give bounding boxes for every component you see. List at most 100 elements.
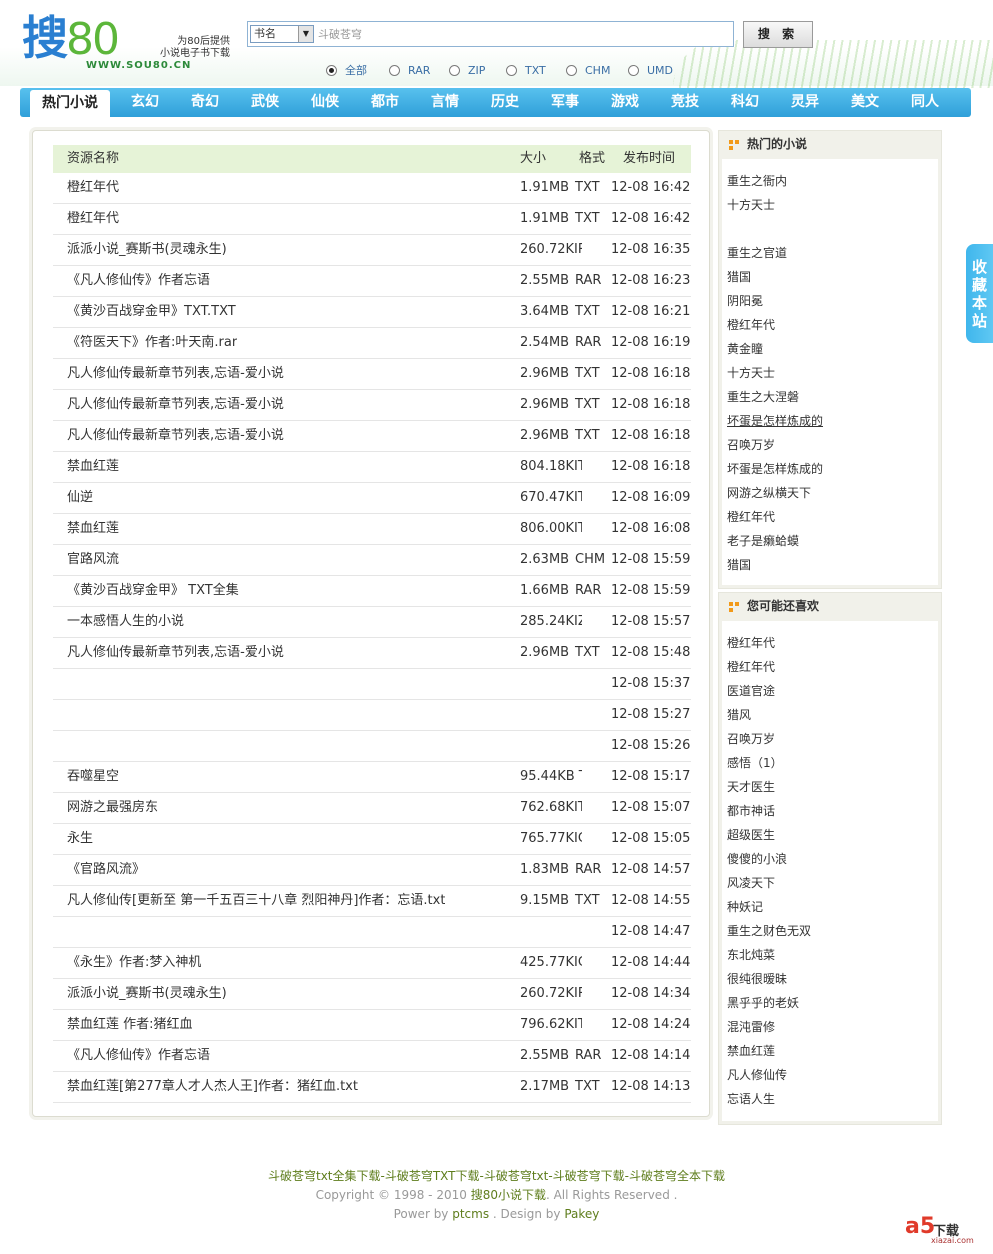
nav-item[interactable]: 仙侠	[300, 88, 350, 117]
design-by-link[interactable]: Pakey	[564, 1207, 599, 1221]
recommended-novel-link[interactable]: 召唤万岁	[727, 732, 775, 746]
radio-icon[interactable]	[326, 64, 337, 76]
radio-icon[interactable]	[566, 64, 577, 76]
format-option[interactable]: ZIP	[449, 62, 506, 78]
search-type-select[interactable]: 书名 ▼	[250, 25, 314, 43]
resource-name-link[interactable]: 《永生》作者:梦入神机	[67, 948, 201, 978]
resource-name-link[interactable]: 凡人修仙传最新章节列表,忘语-爱小说	[67, 638, 284, 668]
resource-name-link[interactable]: 凡人修仙传最新章节列表,忘语-爱小说	[67, 359, 284, 389]
recommended-novel-link[interactable]: 很纯很暧昧	[727, 972, 787, 986]
nav-item[interactable]: 武侠	[240, 88, 290, 117]
resource-name-link[interactable]: 派派小说_赛斯书(灵魂永生)	[67, 979, 227, 1009]
nav-item[interactable]: 言情	[420, 88, 470, 117]
resource-name-link[interactable]: 网游之最强房东	[67, 793, 158, 823]
resource-name-link[interactable]: 《黄沙百战穿金甲》 TXT全集	[67, 576, 239, 606]
nav-item[interactable]: 竞技	[660, 88, 710, 117]
powered-by-link[interactable]: ptcms	[452, 1207, 489, 1221]
nav-item[interactable]: 热门小说	[30, 90, 110, 117]
format-option[interactable]: TXT	[506, 62, 566, 78]
recommended-novel-link[interactable]: 傻傻的小浪	[727, 852, 787, 866]
recommended-novel-link[interactable]: 东北炖菜	[727, 948, 775, 962]
nav-item[interactable]: 科幻	[720, 88, 770, 117]
hot-novel-link[interactable]: 十方天士	[727, 366, 775, 380]
radio-icon[interactable]	[628, 64, 639, 76]
hot-novel-link[interactable]: 重生之衙内	[727, 174, 787, 188]
hot-novel-link[interactable]: 十方天士	[727, 198, 775, 212]
site-logo[interactable]: 搜80 为80后提供 小说电子书下载 WWW.SOU80.CN	[22, 12, 230, 74]
nav-item[interactable]: 灵异	[780, 88, 830, 117]
hot-novel-link[interactable]: 召唤万岁	[727, 438, 775, 452]
resource-name-link[interactable]: 一本感悟人生的小说	[67, 607, 184, 637]
recommended-novel-link[interactable]: 猎风	[727, 708, 751, 722]
hot-novel-link[interactable]: 重生之官道	[727, 246, 787, 260]
chevron-down-icon[interactable]: ▼	[298, 26, 313, 42]
resource-name-link[interactable]: 《黄沙百战穿金甲》TXT.TXT	[67, 297, 236, 327]
resource-name-link[interactable]: 《凡人修仙传》作者忘语	[67, 1041, 210, 1071]
hot-novel-link[interactable]: 坏蛋是怎样炼成的	[727, 414, 823, 428]
recommended-novel-link[interactable]: 超级医生	[727, 828, 775, 842]
nav-item[interactable]: 奇幻	[180, 88, 230, 117]
resource-name-link[interactable]: 凡人修仙传最新章节列表,忘语-爱小说	[67, 390, 284, 420]
format-option[interactable]: UMD	[628, 62, 678, 78]
hot-novel-link[interactable]: 老子是癞蛤蟆	[727, 534, 799, 548]
format-option[interactable]: 全部	[326, 62, 389, 78]
resource-name-link[interactable]: 吞噬星空	[67, 762, 119, 792]
recommended-novel-link[interactable]: 黑乎乎的老妖	[727, 996, 799, 1010]
nav-item[interactable]: 玄幻	[120, 88, 170, 117]
recommended-novel-link[interactable]: 禁血红莲	[727, 1044, 775, 1058]
recommended-novel-link[interactable]: 凡人修仙传	[727, 1068, 787, 1082]
format-option[interactable]: CHM	[566, 62, 628, 78]
recommended-novel-link[interactable]: 感悟（1）	[727, 756, 783, 770]
hot-novel-link[interactable]: 网游之纵横天下	[727, 486, 811, 500]
radio-icon[interactable]	[389, 64, 400, 76]
footer-links[interactable]: 斗破苍穹txt全集下载-斗破苍穹TXT下载-斗破苍穹txt-斗破苍穹下载-斗破苍…	[0, 1166, 993, 1186]
hot-novel-link[interactable]: 坏蛋是怎样炼成的	[727, 462, 823, 476]
resource-name-link[interactable]: 永生	[67, 824, 93, 854]
recommended-novel-link[interactable]: 都市神话	[727, 804, 775, 818]
recommended-novel-link[interactable]: 橙红年代	[727, 636, 775, 650]
resource-name-link[interactable]: 派派小说_赛斯书(灵魂永生)	[67, 235, 227, 265]
recommended-novel-link[interactable]: 橙红年代	[727, 660, 775, 674]
radio-icon[interactable]	[449, 64, 460, 76]
resource-name-link[interactable]: 《符医天下》作者:叶天南.rar	[67, 328, 237, 358]
resource-name-link[interactable]: 禁血红莲 作者:猪红血	[67, 1010, 193, 1040]
radio-icon[interactable]	[506, 64, 517, 76]
nav-item[interactable]: 游戏	[600, 88, 650, 117]
search-input[interactable]	[318, 25, 728, 43]
recommended-novel-link[interactable]: 重生之财色无双	[727, 924, 811, 938]
resource-name-link[interactable]: 仙逆	[67, 483, 93, 513]
resource-name-link[interactable]: 凡人修仙传最新章节列表,忘语-爱小说	[67, 421, 284, 451]
recommended-novel-link[interactable]: 忘语人生	[727, 1092, 775, 1106]
resource-name-link[interactable]: 橙红年代	[67, 173, 119, 203]
nav-item[interactable]: 美文	[840, 88, 890, 117]
hot-novel-link[interactable]: 猎国	[727, 270, 751, 284]
nav-item[interactable]: 都市	[360, 88, 410, 117]
resource-name-link[interactable]: 禁血红莲[第277章人才人杰人王]作者：猪红血.txt	[67, 1072, 358, 1102]
favorite-site-tab[interactable]: 收藏本站	[966, 244, 993, 343]
hot-novel-link[interactable]: 橙红年代	[727, 318, 775, 332]
resource-name-link[interactable]: 《官路风流》	[67, 855, 145, 885]
recommended-novel-link[interactable]: 种妖记	[727, 900, 763, 914]
resource-name-link[interactable]: 官路风流	[67, 545, 119, 575]
nav-item[interactable]: 军事	[540, 88, 590, 117]
recommended-novel-link[interactable]: 风凌天下	[727, 876, 775, 890]
resource-name-link[interactable]: 《凡人修仙传》作者忘语	[67, 266, 210, 296]
copyright-site-link[interactable]: 搜80小说下载	[471, 1188, 546, 1202]
recommended-novel-link[interactable]: 医道官途	[727, 684, 775, 698]
search-button[interactable]: 搜 索	[743, 21, 813, 48]
nav-item[interactable]: 同人	[900, 88, 950, 117]
hot-novel-link[interactable]: 橙红年代	[727, 510, 775, 524]
hot-novel-link[interactable]: 猎国	[727, 558, 751, 572]
resource-name-link[interactable]: 凡人修仙传[更新至 第一千五百三十八章 烈阳神丹]作者：忘语.txt	[67, 886, 445, 916]
footer: 斗破苍穹txt全集下载-斗破苍穹TXT下载-斗破苍穹txt-斗破苍穹下载-斗破苍…	[0, 1166, 993, 1224]
format-option[interactable]: RAR	[389, 62, 449, 78]
resource-name-link[interactable]: 橙红年代	[67, 204, 119, 234]
recommended-novel-link[interactable]: 混沌雷修	[727, 1020, 775, 1034]
nav-item[interactable]: 历史	[480, 88, 530, 117]
hot-novel-link[interactable]: 阴阳冕	[727, 294, 763, 308]
hot-novel-link[interactable]: 黄金瞳	[727, 342, 763, 356]
resource-name-link[interactable]: 禁血红莲	[67, 452, 119, 482]
hot-novel-link[interactable]: 重生之大涅磐	[727, 390, 799, 404]
recommended-novel-link[interactable]: 天才医生	[727, 780, 775, 794]
resource-name-link[interactable]: 禁血红莲	[67, 514, 119, 544]
